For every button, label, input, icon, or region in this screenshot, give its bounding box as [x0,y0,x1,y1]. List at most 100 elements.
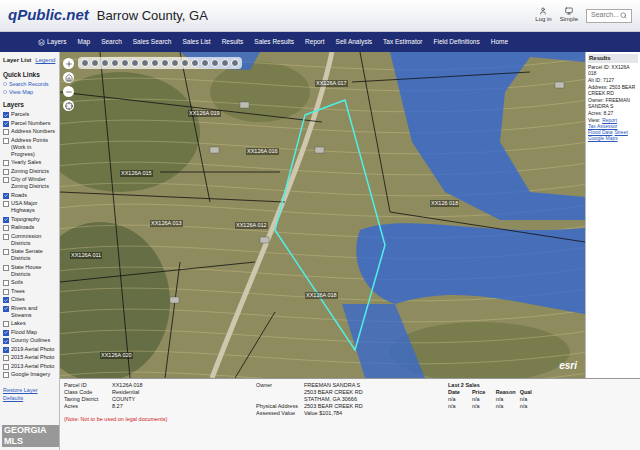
layer-item[interactable]: State Senate Districts [3,248,56,262]
tool-icon[interactable] [131,59,139,67]
layer-checkbox[interactable] [3,280,9,286]
layer-checkbox[interactable] [3,347,9,353]
layer-checkbox[interactable] [3,129,9,135]
layer-item[interactable]: County Outlines [3,337,56,344]
layer-checkbox[interactable] [3,217,9,223]
result-link[interactable]: Google Maps [588,135,618,141]
layer-item[interactable]: Topography [3,216,56,223]
nav-item[interactable]: Report [305,37,325,47]
header-link[interactable]: Log in [535,7,551,24]
layer-item[interactable]: Railroads [3,224,56,231]
nav-item[interactable]: Map [78,37,91,47]
layer-checkbox[interactable] [3,372,9,378]
layer-item[interactable]: Parcels [3,111,56,118]
sales-cell: n/a [520,396,540,403]
layer-checkbox[interactable] [3,338,9,344]
nav-item[interactable]: Home [491,37,508,47]
tool-icon[interactable] [151,59,159,67]
header-link[interactable]: Simple [560,7,578,24]
layer-item[interactable]: Zoning Districts [3,168,56,175]
quick-link[interactable]: Search Records [3,80,56,88]
restore-defaults-link[interactable]: Restore Layer Defaults [3,386,56,403]
layer-item[interactable]: Trees [3,288,56,295]
result-link[interactable]: Street [614,129,627,135]
layer-checkbox[interactable] [3,265,9,271]
map-canvas[interactable] [60,52,585,378]
layer-item[interactable]: Address Numbers [3,128,56,135]
layer-item[interactable]: Rivers and Streams [3,305,56,319]
layer-checkbox[interactable] [3,177,9,183]
zoom-button[interactable] [63,100,74,111]
layer-item[interactable]: State House Districts [3,264,56,278]
zoom-button[interactable] [63,86,74,97]
zoom-button[interactable] [63,72,74,83]
map[interactable]: XX126A 017XX126A 019XX126A 016XX126A 015… [60,52,585,378]
nav-item[interactable]: Sales Search [133,37,172,47]
layer-checkbox[interactable] [3,112,9,118]
layer-checkbox[interactable] [3,249,9,255]
zoom-button[interactable] [63,58,74,69]
layer-item[interactable]: Yearly Sales [3,159,56,166]
tool-icon[interactable] [81,59,89,67]
layer-checkbox[interactable] [3,193,9,199]
search-field[interactable]: Search... [586,9,632,23]
layer-item[interactable]: Google Imagery [3,371,56,378]
tool-icon[interactable] [181,59,189,67]
layer-item[interactable]: 2013 Aerial Photo [3,363,56,370]
nav-item[interactable]: Field Definitions [433,37,479,47]
layer-checkbox[interactable] [3,321,9,327]
tool-icon[interactable] [91,59,99,67]
nav-item[interactable]: Sales Results [254,37,294,47]
tool-icon[interactable] [111,59,119,67]
layer-checkbox[interactable] [3,306,9,312]
layer-item[interactable]: 2015 Aerial Photo [3,354,56,361]
nav-item[interactable]: Tax Estimator [383,37,422,47]
layer-item[interactable]: Commission Districts [3,233,56,247]
quick-link[interactable]: View Map [3,88,56,96]
nav-item[interactable]: Results [222,37,244,47]
layer-item[interactable]: 2019 Aerial Photo [3,346,56,353]
layer-checkbox[interactable] [3,355,9,361]
tool-icon[interactable] [211,59,219,67]
layer-item[interactable]: Parcel Numbers [3,120,56,127]
nav-item[interactable]: Search [101,37,122,47]
layer-checkbox[interactable] [3,121,9,127]
sidebar-tab[interactable]: Layer List [3,56,31,65]
tool-icon[interactable] [191,59,199,67]
layer-checkbox[interactable] [3,169,9,175]
layer-item[interactable]: Flood Map [3,329,56,336]
result-link[interactable]: Report [602,117,617,123]
layer-checkbox[interactable] [3,225,9,231]
tool-icon[interactable] [201,59,209,67]
nav-item[interactable]: Sell Analysis [336,37,373,47]
tool-icon[interactable] [231,59,239,67]
layer-item[interactable]: USA Major Highways [3,200,56,214]
tool-icon[interactable] [161,59,169,67]
layer-item[interactable]: Roads [3,192,56,199]
nav-item[interactable]: Layers [38,37,67,47]
layer-item[interactable]: City of Winder Zoning Districts [3,176,56,190]
layer-checkbox[interactable] [3,289,9,295]
tool-icon[interactable] [171,59,179,67]
layer-checkbox[interactable] [3,160,9,166]
layer-checkbox[interactable] [3,201,9,207]
layer-checkbox[interactable] [3,330,9,336]
result-link[interactable]: Tax Assessor [588,123,617,129]
layer-item[interactable]: Lakes [3,320,56,327]
parcel-label: XX126A 012 [235,222,268,229]
layer-checkbox[interactable] [3,234,9,240]
layer-item[interactable]: Soils [3,279,56,286]
tool-icon[interactable] [121,59,129,67]
layer-checkbox[interactable] [3,297,9,303]
nav-item[interactable]: Sales List [182,37,210,47]
tool-icon[interactable] [141,59,149,67]
sidebar-tab[interactable]: Legend [35,56,55,65]
result-link[interactable]: Flood Data [588,129,612,135]
logo[interactable]: qPublic.net [8,4,89,27]
layer-item[interactable]: Address Points (Work in Progress) [3,137,56,158]
layer-checkbox[interactable] [3,364,9,370]
tool-icon[interactable] [101,59,109,67]
layer-checkbox[interactable] [3,138,9,144]
tool-icon[interactable] [221,59,229,67]
layer-item[interactable]: Cities [3,296,56,303]
